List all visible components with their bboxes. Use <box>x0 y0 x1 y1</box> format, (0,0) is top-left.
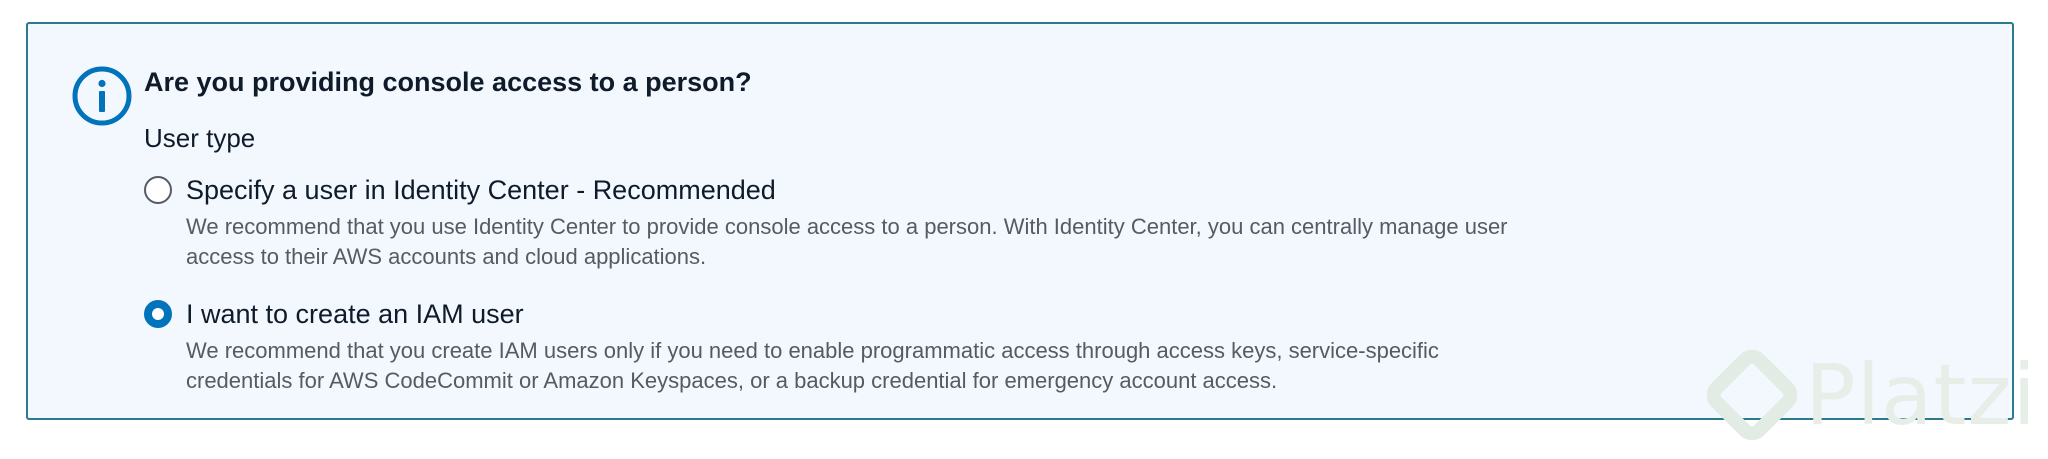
option-title-iam-user[interactable]: I want to create an IAM user <box>186 294 1992 334</box>
option-title-identity-center[interactable]: Specify a user in Identity Center - Reco… <box>186 170 1992 210</box>
watermark-text: Platzi <box>1805 346 2037 444</box>
info-circle-icon <box>72 66 132 126</box>
panel-heading: Are you providing console access to a pe… <box>144 67 752 97</box>
option-description-identity-center: We recommend that you use Identity Cente… <box>186 214 1508 269</box>
user-type-label: User type <box>144 123 256 153</box>
radio-option-identity-center[interactable]: Specify a user in Identity Center - Reco… <box>144 170 1992 272</box>
option-description-iam-user: We recommend that you create IAM users o… <box>186 338 1439 393</box>
radio-button-iam-user[interactable] <box>144 300 172 328</box>
radio-button-identity-center[interactable] <box>144 176 172 204</box>
